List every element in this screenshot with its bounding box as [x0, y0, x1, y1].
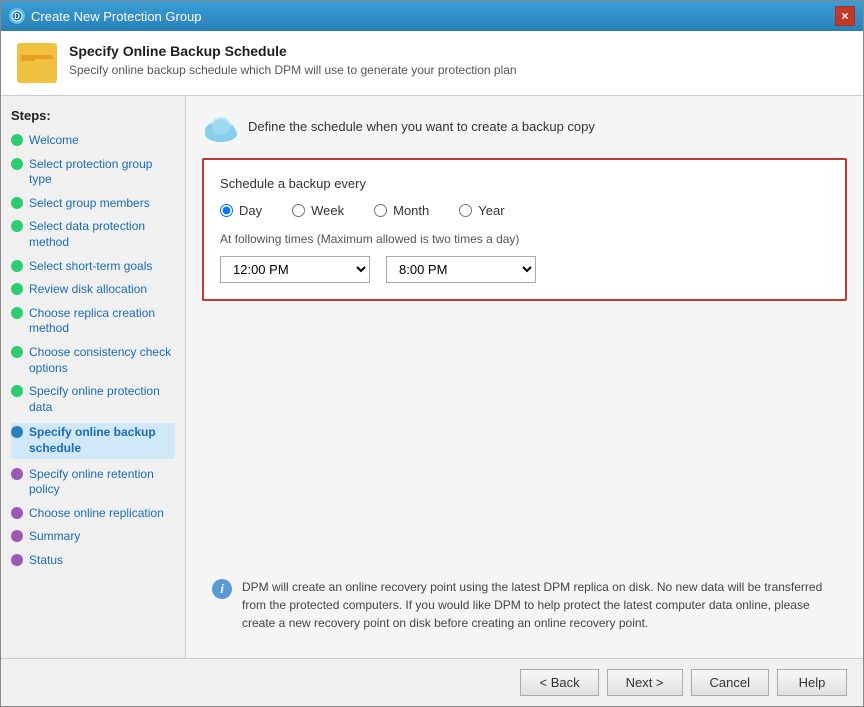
info-icon: i: [212, 579, 232, 599]
content-spacer: [202, 315, 847, 554]
frequency-radio-group: Day Week Month Year: [220, 203, 829, 218]
dot-summary: [11, 530, 23, 542]
sidebar-title: Steps:: [11, 108, 175, 123]
dot-consistency-check: [11, 346, 23, 358]
radio-month[interactable]: Month: [374, 203, 429, 218]
sidebar-item-status[interactable]: Status: [11, 553, 175, 569]
times-label: At following times (Maximum allowed is t…: [220, 232, 829, 246]
sidebar-item-consistency-check[interactable]: Choose consistency check options: [11, 345, 175, 376]
sidebar-item-short-term[interactable]: Select short-term goals: [11, 259, 175, 275]
dot-short-term: [11, 260, 23, 272]
main-content: Steps: Welcome Select protection group t…: [1, 96, 863, 658]
time-select-2[interactable]: 12:00 AM 1:00 AM 2:00 AM 3:00 AM 4:00 AM…: [386, 256, 536, 283]
dot-data-protection: [11, 220, 23, 232]
cloud-icon: [202, 112, 238, 140]
folder-icon: [17, 43, 57, 83]
dot-group-members: [11, 197, 23, 209]
cloud-define-text: Define the schedule when you want to cre…: [248, 119, 595, 134]
radio-year-label: Year: [478, 203, 504, 218]
radio-week[interactable]: Week: [292, 203, 344, 218]
close-button[interactable]: ×: [835, 6, 855, 26]
radio-month-label: Month: [393, 203, 429, 218]
dot-welcome: [11, 134, 23, 146]
radio-day-label: Day: [239, 203, 262, 218]
sidebar-label-data-protection: Select data protection method: [29, 219, 175, 250]
sidebar-label-summary: Summary: [29, 529, 80, 545]
title-bar: D Create New Protection Group ×: [1, 1, 863, 31]
sidebar-label-online-backup-schedule: Specify online backup schedule: [29, 425, 175, 456]
radio-week-label: Week: [311, 203, 344, 218]
radio-day-input[interactable]: [220, 204, 233, 217]
sidebar: Steps: Welcome Select protection group t…: [1, 96, 186, 658]
dot-online-backup-schedule: [11, 426, 23, 438]
sidebar-label-welcome: Welcome: [29, 133, 79, 149]
cancel-button[interactable]: Cancel: [691, 669, 769, 696]
sidebar-item-group-members[interactable]: Select group members: [11, 196, 175, 212]
dot-replica-creation: [11, 307, 23, 319]
help-button[interactable]: Help: [777, 669, 847, 696]
app-icon: D: [9, 8, 25, 24]
sidebar-label-retention-policy: Specify online retention policy: [29, 467, 175, 498]
radio-year[interactable]: Year: [459, 203, 504, 218]
time-selects: 12:00 AM 1:00 AM 2:00 AM 3:00 AM 4:00 AM…: [220, 256, 829, 283]
dot-disk-allocation: [11, 283, 23, 295]
sidebar-label-protection-type: Select protection group type: [29, 157, 175, 188]
header-text: Specify Online Backup Schedule Specify o…: [69, 43, 517, 77]
next-button[interactable]: Next >: [607, 669, 683, 696]
sidebar-item-summary[interactable]: Summary: [11, 529, 175, 545]
sidebar-item-welcome[interactable]: Welcome: [11, 133, 175, 149]
back-button[interactable]: < Back: [520, 669, 598, 696]
main-window: D Create New Protection Group × Specify …: [0, 0, 864, 707]
sidebar-item-data-protection[interactable]: Select data protection method: [11, 219, 175, 250]
title-bar-left: D Create New Protection Group: [9, 8, 202, 24]
header-section: Specify Online Backup Schedule Specify o…: [1, 31, 863, 96]
radio-day[interactable]: Day: [220, 203, 262, 218]
header-subtitle: Specify online backup schedule which DPM…: [69, 63, 517, 77]
dot-protection-type: [11, 158, 23, 170]
footer: < Back Next > Cancel Help: [1, 658, 863, 706]
dot-retention-policy: [11, 468, 23, 480]
sidebar-item-protection-type[interactable]: Select protection group type: [11, 157, 175, 188]
sidebar-item-online-protection[interactable]: Specify online protection data: [11, 384, 175, 415]
header-title: Specify Online Backup Schedule: [69, 43, 517, 59]
sidebar-label-online-replication: Choose online replication: [29, 506, 164, 522]
radio-month-input[interactable]: [374, 204, 387, 217]
svg-text:D: D: [14, 12, 20, 21]
radio-week-input[interactable]: [292, 204, 305, 217]
dot-online-protection: [11, 385, 23, 397]
dot-online-replication: [11, 507, 23, 519]
sidebar-label-status: Status: [29, 553, 63, 569]
sidebar-label-group-members: Select group members: [29, 196, 150, 212]
window-title: Create New Protection Group: [31, 9, 202, 24]
sidebar-label-short-term: Select short-term goals: [29, 259, 152, 275]
radio-year-input[interactable]: [459, 204, 472, 217]
sidebar-item-online-backup-schedule[interactable]: Specify online backup schedule: [11, 423, 175, 458]
content-area: Define the schedule when you want to cre…: [186, 96, 863, 658]
time-select-1[interactable]: 12:00 AM 1:00 AM 2:00 AM 3:00 AM 4:00 AM…: [220, 256, 370, 283]
sidebar-item-disk-allocation[interactable]: Review disk allocation: [11, 282, 175, 298]
sidebar-label-disk-allocation: Review disk allocation: [29, 282, 147, 298]
sidebar-label-replica-creation: Choose replica creation method: [29, 306, 175, 337]
sidebar-label-consistency-check: Choose consistency check options: [29, 345, 175, 376]
sidebar-item-replica-creation[interactable]: Choose replica creation method: [11, 306, 175, 337]
cloud-section: Define the schedule when you want to cre…: [202, 112, 847, 140]
schedule-box: Schedule a backup every Day Week Month: [202, 158, 847, 301]
sidebar-label-online-protection: Specify online protection data: [29, 384, 175, 415]
dot-status: [11, 554, 23, 566]
sidebar-item-retention-policy[interactable]: Specify online retention policy: [11, 467, 175, 498]
info-text: DPM will create an online recovery point…: [242, 578, 837, 632]
info-section: i DPM will create an online recovery poi…: [202, 568, 847, 642]
sidebar-item-online-replication[interactable]: Choose online replication: [11, 506, 175, 522]
schedule-title: Schedule a backup every: [220, 176, 829, 191]
